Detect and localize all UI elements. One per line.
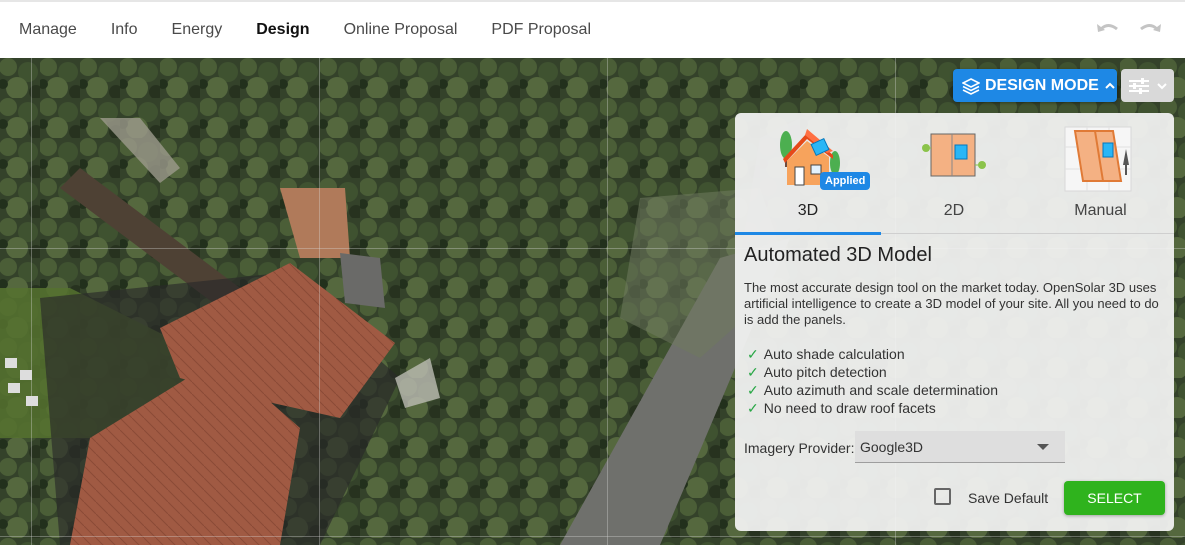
redo-icon[interactable] bbox=[1137, 20, 1163, 40]
tab-manual-label: Manual bbox=[1074, 202, 1127, 219]
nav-online-proposal[interactable]: Online Proposal bbox=[344, 21, 458, 39]
imagery-provider-value: Google3D bbox=[860, 439, 924, 455]
save-default-label[interactable]: Save Default bbox=[968, 490, 1048, 506]
imagery-provider-label: Imagery Provider: bbox=[744, 440, 855, 456]
main-nav: Manage Info Energy Design Online Proposa… bbox=[0, 2, 606, 58]
check-icon: ✓ bbox=[747, 382, 759, 398]
check-icon: ✓ bbox=[747, 364, 759, 380]
nav-info[interactable]: Info bbox=[111, 21, 138, 39]
nav-manage[interactable]: Manage bbox=[19, 21, 77, 39]
feature-item: ✓ Auto pitch detection bbox=[747, 363, 998, 381]
dropdown-arrow-icon bbox=[1037, 444, 1049, 450]
map-grid-line bbox=[0, 536, 1185, 537]
panel-title: Automated 3D Model bbox=[744, 244, 932, 266]
feature-item: ✓ No need to draw roof facets bbox=[747, 399, 998, 417]
feature-item: ✓ Auto shade calculation bbox=[747, 345, 998, 363]
top-nav-bar: Manage Info Energy Design Online Proposa… bbox=[0, 0, 1185, 58]
plan-2d-icon bbox=[922, 133, 986, 177]
panel-description: The most accurate design tool on the mar… bbox=[744, 280, 1159, 327]
tab-3d[interactable]: Applied 3D bbox=[735, 113, 881, 235]
design-mode-panel: Applied 3D 2D Manual Automated 3D Model … bbox=[735, 113, 1174, 531]
nav-design[interactable]: Design bbox=[256, 21, 309, 39]
feature-text: No need to draw roof facets bbox=[763, 400, 936, 416]
tab-manual[interactable]: Manual bbox=[1027, 113, 1174, 233]
nav-pdf-proposal[interactable]: PDF Proposal bbox=[491, 21, 591, 39]
nav-energy[interactable]: Energy bbox=[172, 21, 223, 39]
feature-text: Auto shade calculation bbox=[763, 346, 905, 362]
check-icon: ✓ bbox=[747, 346, 759, 362]
design-mode-label: DESIGN MODE bbox=[985, 76, 1099, 94]
map-grid-line bbox=[607, 58, 608, 545]
active-tab-indicator bbox=[735, 232, 881, 235]
settings-button[interactable] bbox=[1121, 69, 1174, 102]
feature-list: ✓ Auto shade calculation ✓ Auto pitch dete… bbox=[747, 345, 998, 417]
undo-icon[interactable] bbox=[1095, 20, 1121, 40]
tab-2d-label: 2D bbox=[943, 202, 965, 219]
imagery-provider-select[interactable]: Google3D bbox=[855, 431, 1065, 463]
applied-badge: Applied bbox=[820, 172, 871, 190]
tab-2d[interactable]: 2D bbox=[881, 113, 1027, 233]
manual-map-icon bbox=[1064, 126, 1132, 192]
history-controls bbox=[1095, 20, 1163, 40]
sliders-icon bbox=[1128, 77, 1149, 94]
feature-text: Auto pitch detection bbox=[763, 364, 887, 380]
map-grid-line bbox=[31, 58, 32, 545]
design-mode-button[interactable]: DESIGN MODE bbox=[953, 69, 1117, 102]
tab-3d-label: 3D bbox=[797, 202, 819, 219]
chevron-up-icon bbox=[1105, 82, 1115, 89]
feature-text: Auto azimuth and scale determination bbox=[763, 382, 998, 398]
select-button[interactable]: SELECT bbox=[1064, 481, 1165, 515]
layers-icon bbox=[962, 77, 980, 95]
chevron-down-icon bbox=[1156, 82, 1167, 89]
map-grid-line bbox=[319, 58, 320, 545]
check-icon: ✓ bbox=[747, 400, 759, 416]
design-mode-tabs: Applied 3D 2D Manual bbox=[735, 113, 1174, 235]
save-default-checkbox[interactable] bbox=[934, 488, 951, 505]
feature-item: ✓ Auto azimuth and scale determination bbox=[747, 381, 998, 399]
